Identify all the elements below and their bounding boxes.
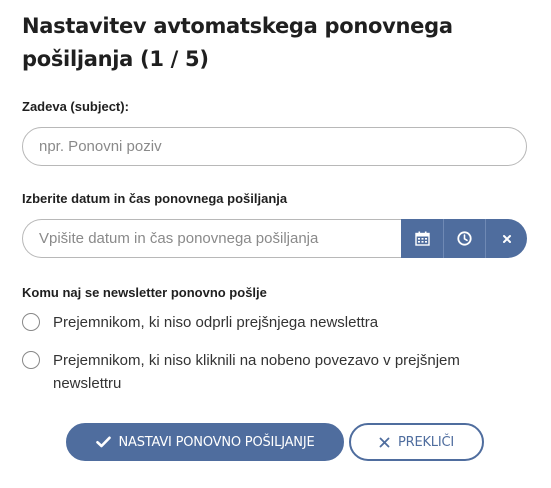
recipient-option-label: Prejemnikom, ki niso odprli prejšnjega n…: [53, 314, 379, 331]
subject-input[interactable]: [22, 127, 527, 166]
cancel-label: PREKLIČI: [398, 434, 454, 450]
subject-label: Zadeva (subject):: [22, 99, 129, 114]
clock-icon: [457, 231, 472, 246]
recipients-label: Komu naj se newsletter ponovno pošlje: [22, 285, 267, 300]
dialog-title: Nastavitev avtomatskega ponovnega pošilj…: [22, 14, 453, 71]
close-icon: [379, 437, 390, 448]
check-icon: [95, 436, 111, 448]
close-icon: [502, 234, 512, 244]
calendar-button[interactable]: [401, 219, 443, 258]
time-button[interactable]: [443, 219, 485, 258]
cancel-button[interactable]: PREKLIČI: [349, 423, 484, 461]
datetime-input-group: [22, 219, 527, 258]
recipient-option-label: Prejemnikom, ki niso kliknili na nobeno …: [53, 352, 460, 392]
calendar-icon: [414, 231, 430, 246]
confirm-resend-button[interactable]: NASTAVI PONOVNO POŠILJANJE: [66, 423, 344, 461]
recipient-option-not-opened[interactable]: Prejemnikom, ki niso odprli prejšnjega n…: [22, 311, 513, 334]
clear-datetime-button[interactable]: [485, 219, 527, 258]
datetime-label: Izberite datum in čas ponovnega pošiljan…: [22, 191, 288, 206]
confirm-resend-label: NASTAVI PONOVNO POŠILJANJE: [118, 434, 315, 450]
datetime-input[interactable]: [22, 219, 401, 258]
radio-button[interactable]: [22, 351, 40, 369]
recipient-option-not-clicked[interactable]: Prejemnikom, ki niso kliknili na nobeno …: [22, 349, 513, 395]
radio-button[interactable]: [22, 313, 40, 331]
